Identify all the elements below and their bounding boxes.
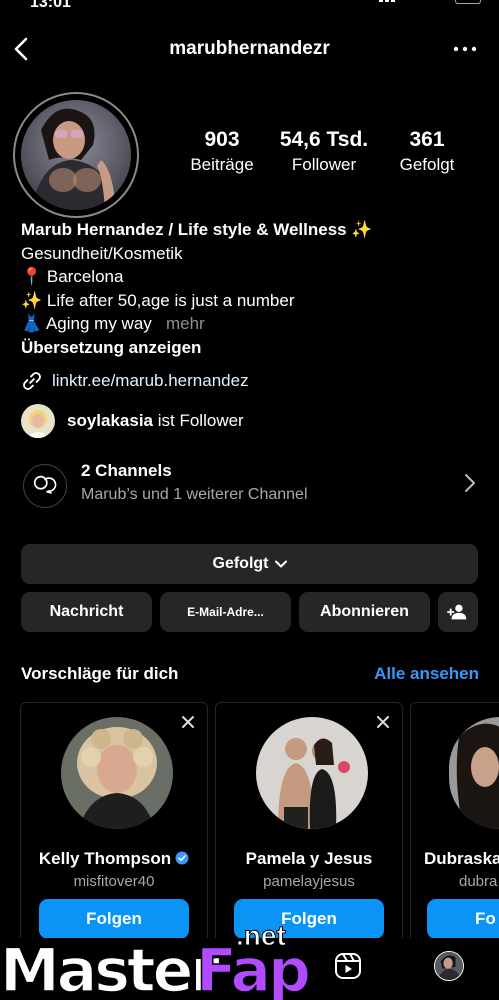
suggestion-avatar [61, 717, 173, 829]
bio-more-link[interactable]: mehr [166, 314, 205, 333]
bio-aging-line: 👗 Aging my way mehr [21, 312, 491, 336]
suggestions-title: Vorschläge für dich [21, 664, 179, 683]
suggestion-handle: dubra [459, 873, 498, 890]
stat-following-label: Gefolgt [399, 155, 455, 174]
following-button[interactable]: Gefolgt [21, 544, 478, 584]
following-button-label: Gefolgt [212, 555, 269, 572]
profile-display-name: Marub Hernandez / Life style & Wellness … [21, 220, 373, 239]
stat-followers[interactable]: 54,6 Tsd. Follower [272, 128, 376, 175]
status-bar: 13:01 [0, 0, 499, 14]
mutual-follower-suffix: ist Follower [157, 411, 244, 430]
close-icon[interactable] [181, 715, 195, 729]
suggestions-header: Vorschläge für dich Alle ansehen [21, 664, 479, 688]
stat-posts-value: 903 [204, 128, 240, 151]
bio-aging-text: 👗 Aging my way [21, 314, 152, 333]
suggestion-name: Pamela y Jesus [245, 849, 373, 868]
email-button[interactable]: E-Mail-Adre... [160, 592, 291, 632]
translate-link[interactable]: Übersetzung anzeigen [21, 336, 491, 360]
more-options-icon[interactable] [453, 42, 477, 56]
channels-title: 2 Channels [81, 461, 172, 480]
suggestion-name-text: Kelly Thompson [38, 849, 172, 868]
suggestion-avatar [256, 717, 368, 829]
status-time: 13:01 [30, 0, 71, 11]
suggestion-avatar [449, 717, 499, 829]
mutual-follower-username[interactable]: soylakasia [67, 411, 153, 430]
suggestion-handle: pamelayjesus [263, 873, 355, 890]
stat-followers-label: Follower [291, 155, 357, 174]
see-all-link[interactable]: Alle ansehen [374, 664, 479, 684]
stat-posts-label: Beiträge [190, 155, 254, 174]
profile-link-text[interactable]: linktr.ee/marub.hernandez [52, 371, 249, 391]
mutual-follower-avatar [21, 404, 55, 438]
profile-category: Gesundheit/Kosmetik [21, 243, 183, 263]
suggest-people-button[interactable] [438, 592, 478, 632]
avatar-image [21, 100, 131, 210]
follow-button[interactable]: Fo [427, 899, 499, 939]
watermark: Master Fap .net [0, 920, 320, 1000]
signal-icon [379, 0, 395, 2]
mutual-follower-text: soylakasia ist Follower [67, 411, 244, 431]
add-user-icon [447, 604, 467, 620]
follow-button-label: Fo [475, 909, 496, 928]
profile-tab-avatar[interactable] [434, 951, 464, 981]
message-button-label: Nachricht [49, 603, 124, 620]
stat-following-value: 361 [409, 128, 445, 151]
watermark-net-text: .net [236, 920, 287, 952]
channels-subtitle: Marub’s und 1 weiterer Channel [81, 486, 308, 503]
suggestion-name: Dubraska [424, 849, 499, 868]
profile-link[interactable]: linktr.ee/marub.hernandez [21, 368, 249, 394]
bio-age-line: ✨ Life after 50,age is just a number [21, 290, 295, 310]
verified-badge-icon [175, 851, 189, 865]
message-button[interactable]: Nachricht [21, 592, 152, 632]
email-button-label: E-Mail-Adre... [187, 605, 264, 619]
suggestion-name: Kelly Thompson [21, 849, 207, 869]
subscribe-button[interactable]: Abonnieren [299, 592, 430, 632]
channels-row[interactable]: 2 Channels Marub’s und 1 weiterer Channe… [21, 450, 481, 518]
mutual-follower-row[interactable]: soylakasia ist Follower [21, 402, 244, 440]
top-bar: marubhernandezr [0, 28, 499, 72]
subscribe-button-label: Abonnieren [320, 603, 409, 620]
chevron-right-icon [465, 474, 475, 492]
profile-bio: Marub Hernandez / Life style & Wellness … [21, 218, 491, 359]
close-icon[interactable] [376, 715, 390, 729]
chevron-down-icon [274, 560, 287, 568]
profile-username-title: marubhernandezr [169, 38, 330, 59]
bio-location-line: 📍 Barcelona [21, 267, 124, 286]
suggestion-handle: misfitover40 [73, 873, 155, 890]
reels-icon[interactable] [334, 952, 362, 980]
profile-avatar[interactable] [13, 92, 139, 218]
suggestion-card[interactable]: Dubraska dubra Fo [410, 702, 499, 962]
channel-icon-wrapper [23, 464, 67, 508]
stat-posts[interactable]: 903 Beiträge [172, 128, 272, 175]
stat-followers-value: 54,6 Tsd. [279, 128, 369, 151]
watermark-master-text: Master [0, 935, 221, 1000]
stat-following[interactable]: 361 Gefolgt [386, 128, 468, 175]
channel-bubbles-icon [33, 475, 57, 494]
link-icon [23, 372, 41, 390]
profile-stats: 903 Beiträge 54,6 Tsd. Follower 361 Gefo… [172, 128, 482, 188]
battery-icon [455, 0, 481, 4]
